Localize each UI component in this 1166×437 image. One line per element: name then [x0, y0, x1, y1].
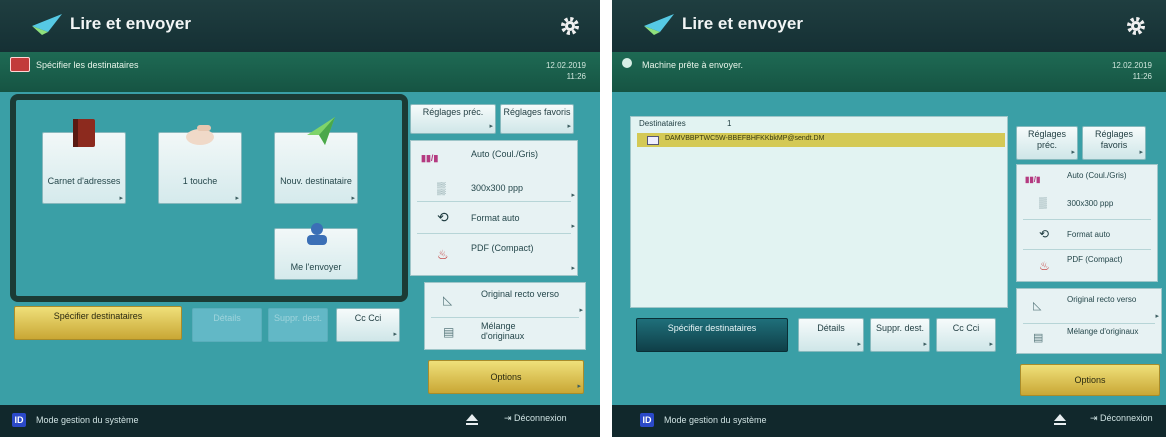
file-format-row[interactable]: ♨ PDF (Compact)	[1017, 251, 1157, 281]
logout-button[interactable]: ⇥ Déconnexion	[504, 413, 567, 424]
app-title: Lire et envoyer	[682, 14, 803, 33]
system-mode-label[interactable]: Mode gestion du système	[36, 415, 139, 425]
original-options-panel: ◺ Original recto verso ▸ ▤ Mélange d'ori…	[424, 282, 586, 350]
previous-settings-button[interactable]: Réglages préc. ▸	[410, 104, 496, 134]
time: 11:26	[566, 72, 586, 81]
title-bar: Lire et envoyer	[0, 0, 600, 52]
details-button[interactable]: Détails ▸	[798, 318, 864, 352]
app-title: Lire et envoyer	[70, 14, 191, 33]
resolution-row[interactable]: ▒ 300x300 ppp	[1017, 195, 1157, 215]
list-header: Destinataires	[639, 119, 686, 128]
favorite-settings-button[interactable]: Réglages favoris ▸	[1082, 126, 1146, 160]
address-book-tile[interactable]: Carnet d'adresses ▸	[42, 119, 126, 204]
footer-bar: ID Mode gestion du système ⇥ Déconnexion	[612, 405, 1166, 437]
one-touch-tile[interactable]: 1 touche ▸	[158, 125, 242, 204]
send-to-myself-label: Me l'envoyer	[290, 262, 342, 272]
resolution-icon: ▒	[437, 181, 446, 195]
details-button[interactable]: Détails	[192, 308, 262, 342]
recipient-address: DAMVBBPTWC5W-BBEFBHFKKbkMP@sendt.DM	[665, 135, 825, 142]
delete-destination-button[interactable]: Suppr. dest. ▸	[870, 318, 930, 352]
status-message: Machine prête à envoyer.	[642, 60, 744, 70]
list-item[interactable]: DAMVBBPTWC5W-BBEFBHFKKbkMP@sendt.DM	[637, 133, 1005, 147]
color-mode-icon: ▮▮/▮	[1025, 175, 1041, 184]
color-mode-row[interactable]: ▮▮/▮ Auto (Coul./Gris)	[411, 147, 577, 173]
options-button[interactable]: Options	[1020, 364, 1160, 396]
status-bar: Spécifier les destinataires 12.02.2019 1…	[0, 52, 600, 92]
duplex-icon: ◺	[443, 293, 453, 307]
footer-bar: ID Mode gestion du système ⇥ Déconnexion	[0, 405, 600, 437]
original-options-panel: ◺ Original recto verso ▸ ▤ Mélange d'ori…	[1016, 288, 1162, 354]
duplex-row[interactable]: ◺ Original recto verso ▸	[425, 287, 585, 315]
mixed-originals-row[interactable]: ▤ Mélange d'originaux	[425, 319, 585, 347]
time: 11:26	[1132, 72, 1152, 81]
original-size-row[interactable]: ⟲ Format auto	[1017, 223, 1157, 247]
date: 12.02.2019	[545, 61, 586, 70]
work-area: Destinataires 1 DAMVBBPTWC5W-BBEFBHFKKbk…	[612, 92, 1166, 405]
pdf-icon: ♨	[437, 247, 449, 262]
book-icon	[73, 119, 95, 147]
duplex-row[interactable]: ◺ Original recto verso ▸	[1017, 293, 1161, 321]
delete-destination-button[interactable]: Suppr. dest.	[268, 308, 328, 342]
destination-list: Destinataires 1 DAMVBBPTWC5W-BBEFBHFKKbk…	[630, 116, 1008, 308]
date: 12.02.2019	[1111, 61, 1152, 70]
new-destination-label: Nouv. destinataire	[280, 176, 352, 186]
send-logo-icon	[644, 14, 674, 35]
scan-settings-panel: ▮▮/▮ Auto (Coul./Gris) ▒ 300x300 ppp ▸ ⟲…	[410, 140, 578, 276]
send-to-myself-tile[interactable]: Me l'envoyer	[274, 223, 358, 280]
settings-gear-icon[interactable]	[558, 14, 582, 38]
size-icon: ⟲	[1039, 227, 1050, 241]
person-send-icon	[307, 223, 327, 245]
hand-touch-icon	[186, 125, 214, 145]
logout-button[interactable]: ⇥ Déconnexion	[1090, 413, 1153, 424]
address-book-status-icon	[10, 57, 30, 72]
title-bar: Lire et envoyer	[612, 0, 1166, 52]
cc-bcc-button[interactable]: Cc Cci ▸	[336, 308, 400, 342]
address-book-label: Carnet d'adresses	[47, 176, 121, 186]
right-screen: Lire et envoyer Machine prête à envoyer.…	[612, 0, 1166, 437]
cc-bcc-button[interactable]: Cc Cci ▸	[936, 318, 996, 352]
datetime: 12.02.2019 11:26	[546, 60, 586, 82]
status-bar: Machine prête à envoyer. 12.02.2019 11:2…	[612, 52, 1166, 92]
system-manager-icon: ID	[640, 413, 654, 427]
eject-icon[interactable]	[1054, 414, 1066, 425]
file-format-row[interactable]: ♨ PDF (Compact) ▸	[411, 237, 577, 273]
work-area: Carnet d'adresses ▸ 1 touche ▸ Nouv. des…	[0, 92, 600, 405]
mixed-originals-icon: ▤	[1033, 332, 1044, 344]
specify-destinations-button[interactable]: Spécifier destinataires	[14, 306, 182, 340]
destination-count: 1	[727, 119, 732, 128]
scan-settings-panel: ▮▮/▮ Auto (Coul./Gris) ▒ 300x300 ppp ⟲ F…	[1016, 164, 1158, 282]
eject-icon[interactable]	[466, 414, 478, 425]
settings-gear-icon[interactable]	[1124, 14, 1148, 38]
favorite-settings-button[interactable]: Réglages favoris ▸	[500, 104, 574, 134]
email-icon	[647, 136, 659, 145]
datetime: 12.02.2019 11:26	[1112, 60, 1152, 82]
system-mode-label[interactable]: Mode gestion du système	[664, 415, 767, 425]
mixed-originals-icon: ▤	[443, 325, 455, 339]
paper-plane-icon	[307, 117, 335, 145]
original-size-row[interactable]: ⟲ Format auto ▸	[411, 205, 577, 231]
options-button[interactable]: Options ▸	[428, 360, 584, 394]
pdf-icon: ♨	[1039, 259, 1050, 273]
system-manager-icon: ID	[12, 413, 26, 427]
one-touch-label: 1 touche	[182, 176, 218, 186]
new-destination-tile[interactable]: Nouv. destinataire ▸	[274, 117, 358, 204]
left-screen: Lire et envoyer Spécifier les destinatai…	[0, 0, 600, 437]
ready-status-icon	[622, 58, 632, 68]
resolution-row[interactable]: ▒ 300x300 ppp ▸	[411, 179, 577, 199]
specify-destinations-button[interactable]: Spécifier destinataires	[636, 318, 788, 352]
status-message: Spécifier les destinataires	[36, 60, 139, 70]
duplex-icon: ◺	[1033, 300, 1042, 312]
previous-settings-button[interactable]: Réglages préc. ▸	[1016, 126, 1078, 160]
color-mode-icon: ▮▮/▮	[421, 153, 439, 163]
color-mode-row[interactable]: ▮▮/▮ Auto (Coul./Gris)	[1017, 169, 1157, 195]
size-icon: ⟲	[437, 209, 449, 225]
send-logo-icon	[32, 14, 62, 35]
mixed-originals-row[interactable]: ▤ Mélange d'originaux	[1017, 325, 1161, 353]
destination-frame: Carnet d'adresses ▸ 1 touche ▸ Nouv. des…	[10, 94, 408, 302]
resolution-icon: ▒	[1039, 197, 1047, 209]
